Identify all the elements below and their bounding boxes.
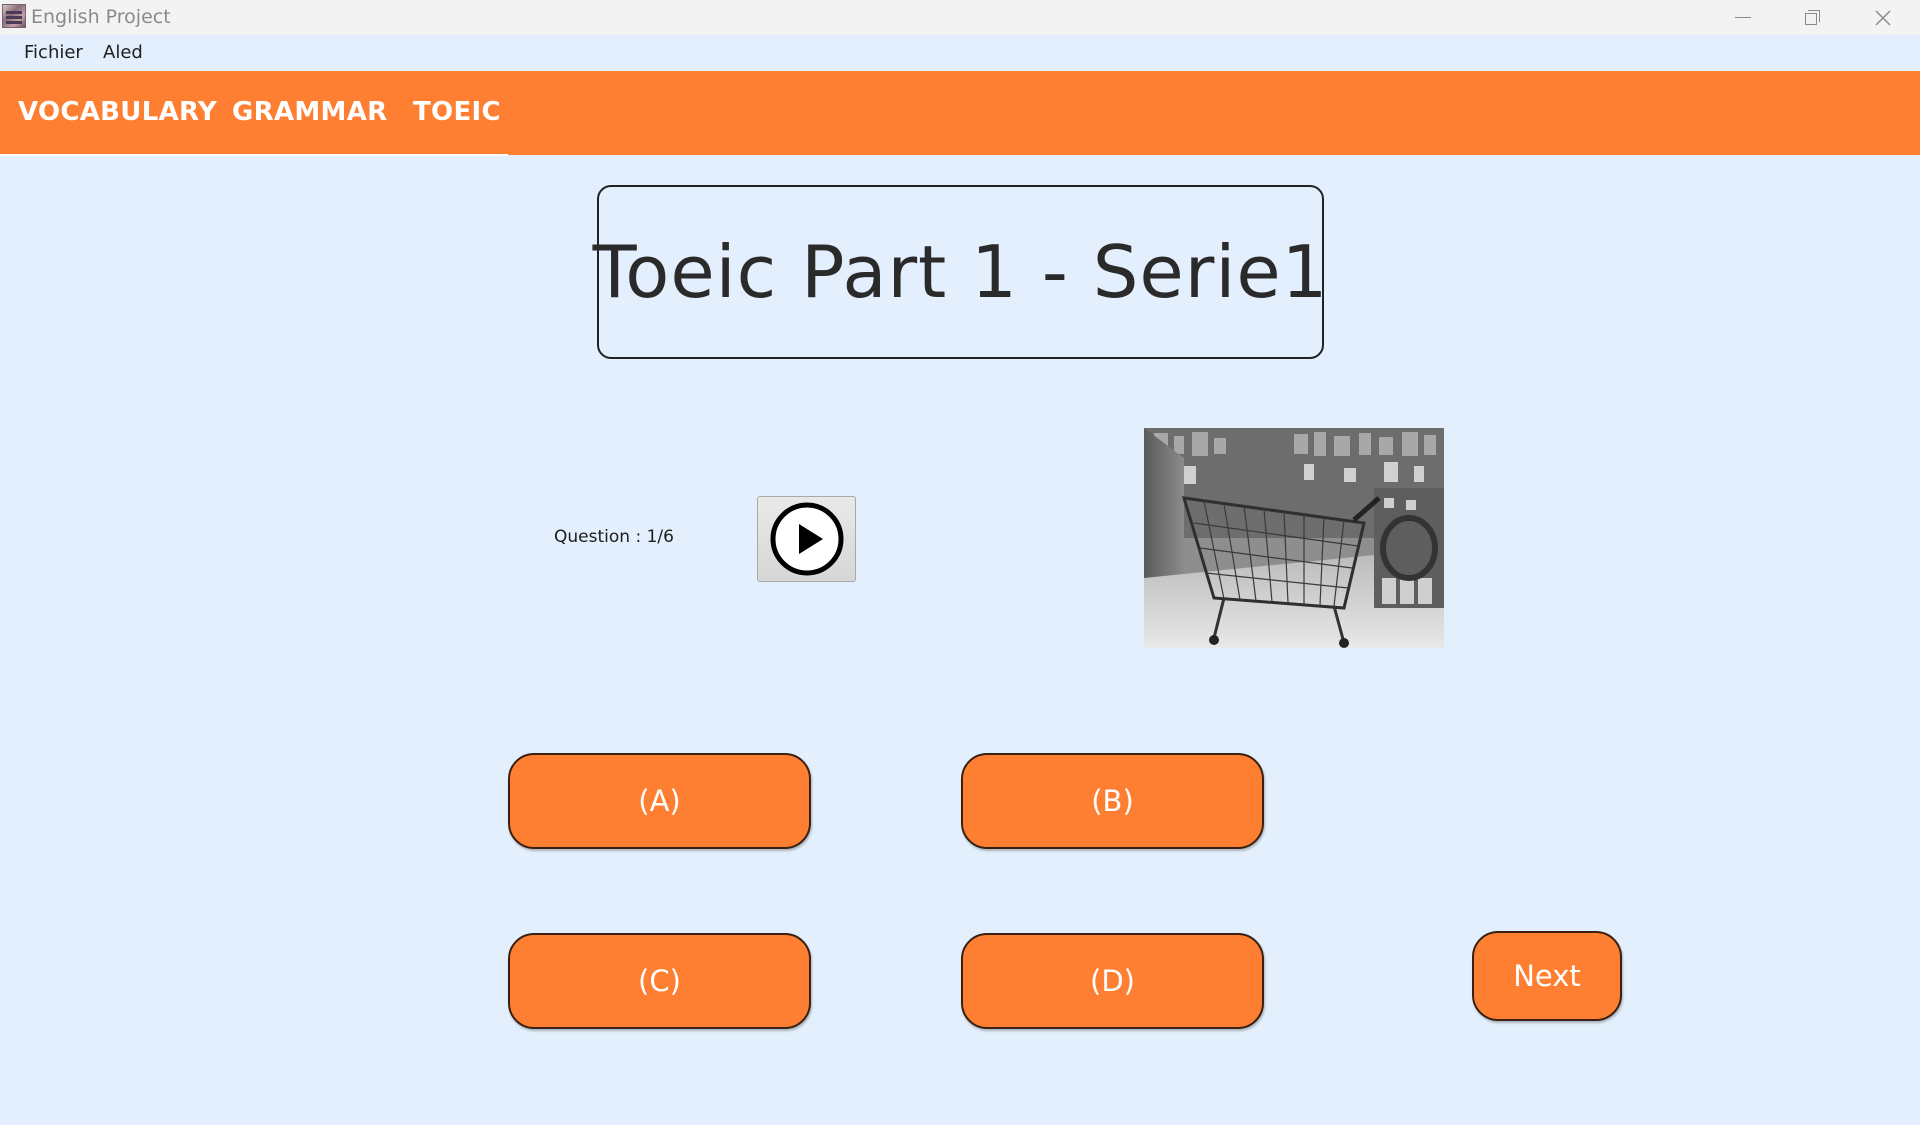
answer-a-label: (A)	[638, 784, 681, 818]
tab-grammar[interactable]: GRAMMAR	[232, 97, 387, 127]
close-icon	[1875, 10, 1891, 25]
answer-a-button[interactable]: (A)	[508, 753, 811, 849]
answer-b-label: (B)	[1091, 784, 1134, 818]
answer-c-label: (C)	[638, 964, 681, 998]
answer-d-label: (D)	[1090, 964, 1135, 998]
nav-bar: VOCABULARY GRAMMAR TOEIC	[0, 71, 1920, 156]
window-title: English Project	[31, 6, 171, 28]
next-label: Next	[1513, 959, 1581, 993]
answer-c-button[interactable]: (C)	[508, 933, 811, 1029]
question-counter: Question : 1/6	[554, 527, 674, 547]
close-button[interactable]	[1848, 0, 1918, 35]
menu-bar: Fichier Aled	[0, 35, 1920, 71]
tab-vocabulary[interactable]: VOCABULARY	[18, 97, 217, 127]
app-logo-icon	[2, 4, 26, 28]
tab-toeic[interactable]: TOEIC	[413, 97, 501, 127]
question-photo	[1144, 428, 1444, 648]
minimize-button[interactable]	[1708, 0, 1778, 35]
next-button[interactable]: Next	[1472, 931, 1622, 1021]
answer-d-button[interactable]: (D)	[961, 933, 1264, 1029]
play-icon	[770, 502, 843, 576]
title-bar: English Project	[0, 0, 1920, 35]
minimize-icon	[1735, 17, 1751, 18]
quiz-title-box: Toeic Part 1 - Serie1	[593, 185, 1327, 359]
restore-icon	[1805, 9, 1821, 26]
tab-strip-underline	[0, 154, 508, 156]
play-audio-button[interactable]	[757, 496, 856, 582]
menu-aled[interactable]: Aled	[103, 42, 143, 63]
restore-button[interactable]	[1778, 0, 1848, 35]
answer-b-button[interactable]: (B)	[961, 753, 1264, 849]
quiz-title: Toeic Part 1 - Serie1	[592, 230, 1329, 314]
menu-fichier[interactable]: Fichier	[24, 42, 83, 63]
